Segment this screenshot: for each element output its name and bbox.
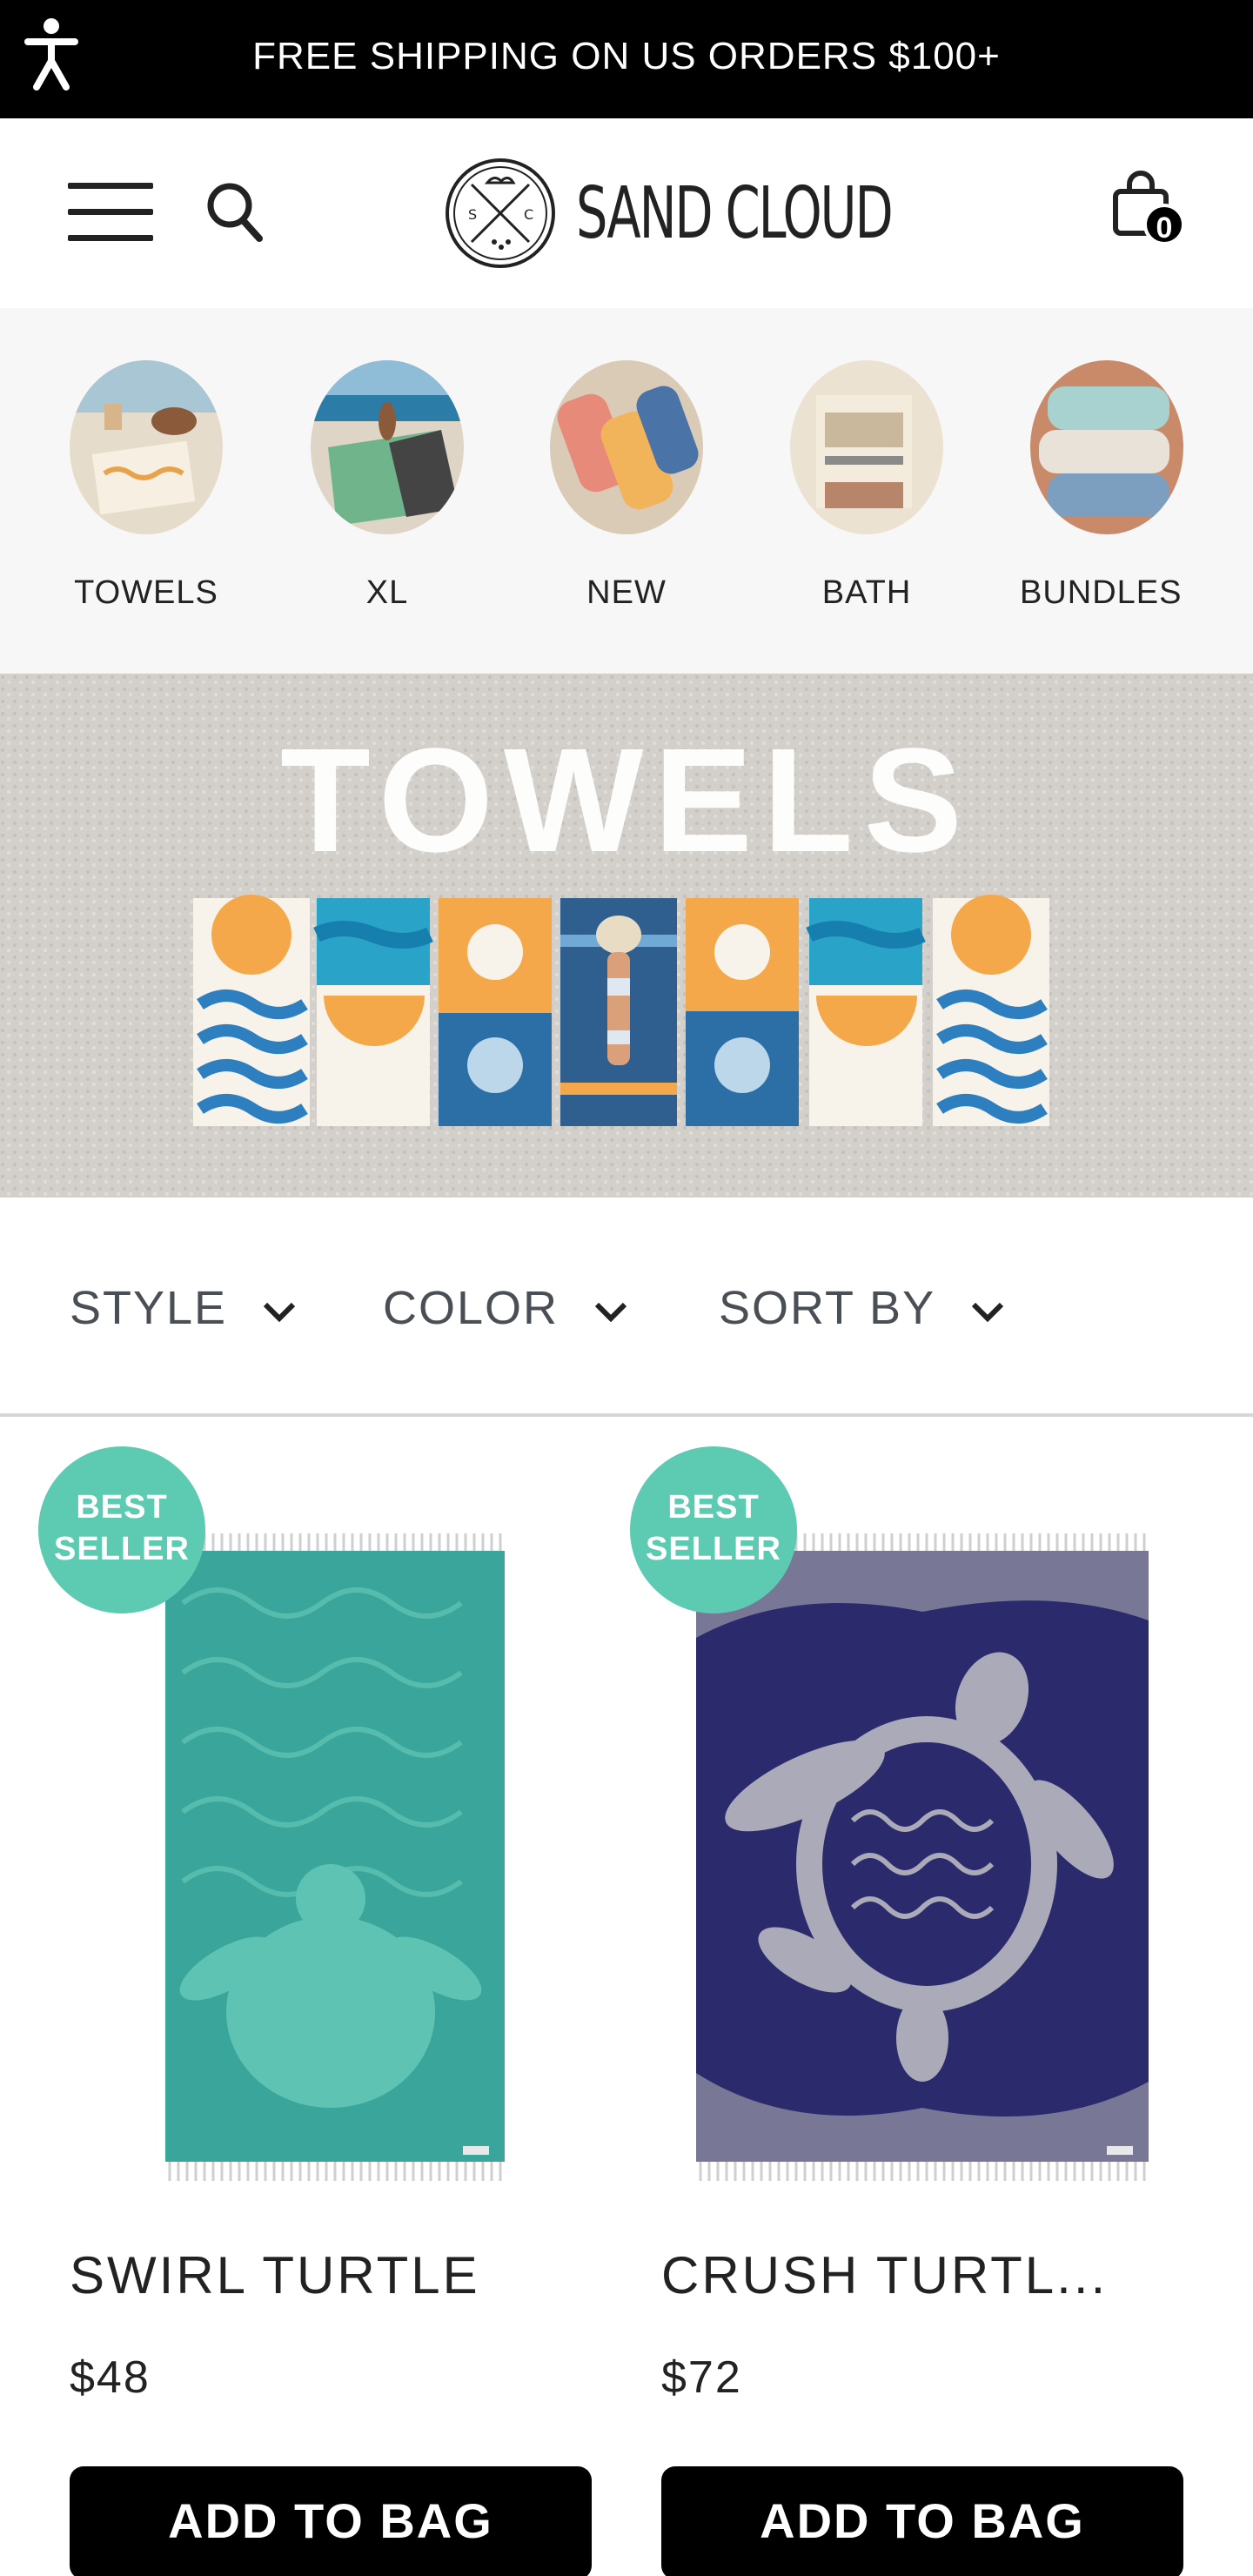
category-item-xl[interactable]: XL — [300, 360, 474, 612]
add-to-bag-button[interactable]: ADD TO BAG — [661, 2466, 1183, 2576]
search-icon[interactable] — [205, 179, 265, 245]
category-item-new[interactable]: NEW — [539, 360, 714, 612]
product-name[interactable]: CRUSH TURTL... — [661, 2245, 1108, 2305]
style-filter-dropdown[interactable]: STYLE — [70, 1281, 297, 1335]
product-name[interactable]: SWIRL TURTLE — [70, 2245, 480, 2305]
category-item-bundles[interactable]: BUNDLES — [1020, 360, 1194, 612]
hero-title: TOWELS — [279, 718, 974, 883]
announcement-text: FREE SHIPPING ON US ORDERS $100+ — [252, 35, 1001, 77]
category-item-bath[interactable]: BATH — [780, 360, 954, 612]
brand-name: SAND CLOUD — [576, 172, 894, 255]
best-seller-badge: BEST SELLER — [38, 1446, 205, 1613]
product-price: $72 — [661, 2352, 742, 2403]
logo-seal-icon: S C — [446, 158, 555, 268]
color-filter-dropdown[interactable]: COLOR — [383, 1281, 628, 1335]
site-header: S C SAND CLOUD 0 — [0, 118, 1253, 308]
category-label: TOWELS — [74, 574, 218, 611]
style-filter-label: STYLE — [70, 1282, 228, 1334]
menu-icon[interactable] — [68, 179, 153, 244]
category-thumbnail — [550, 360, 703, 534]
announcement-bar: FREE SHIPPING ON US ORDERS $100+ — [0, 0, 1253, 118]
category-thumbnail — [70, 360, 223, 534]
sort-by-label: SORT BY — [719, 1282, 936, 1334]
cart-button[interactable]: 0 — [1110, 169, 1189, 256]
chevron-down-icon — [594, 1302, 627, 1322]
cart-count-badge: 0 — [1143, 204, 1185, 245]
svg-text:S: S — [468, 206, 477, 223]
best-seller-badge: BEST SELLER — [630, 1446, 797, 1613]
category-label: BATH — [821, 574, 912, 611]
filter-bar: STYLE COLOR SORT BY — [0, 1197, 1253, 1417]
product-price: $48 — [70, 2352, 151, 2403]
category-label: XL — [365, 574, 409, 611]
category-item-towels[interactable]: TOWELS — [59, 360, 233, 612]
add-to-bag-button[interactable]: ADD TO BAG — [70, 2466, 592, 2576]
category-thumbnail — [1030, 360, 1183, 534]
category-label: NEW — [586, 574, 667, 611]
svg-text:C: C — [524, 206, 533, 223]
category-thumbnail — [790, 360, 943, 534]
category-thumbnail — [311, 360, 464, 534]
category-carousel: TOWELS XL NEW BATH BUNDLES — [0, 308, 1253, 674]
color-filter-label: COLOR — [383, 1282, 559, 1334]
brand-logo[interactable]: S C SAND CLOUD — [444, 157, 896, 270]
chevron-down-icon — [263, 1302, 296, 1322]
category-label: BUNDLES — [1020, 574, 1183, 611]
hero-banner: TOWELS — [0, 674, 1253, 1197]
chevron-down-icon — [971, 1302, 1004, 1322]
sort-by-dropdown[interactable]: SORT BY — [719, 1281, 1005, 1335]
